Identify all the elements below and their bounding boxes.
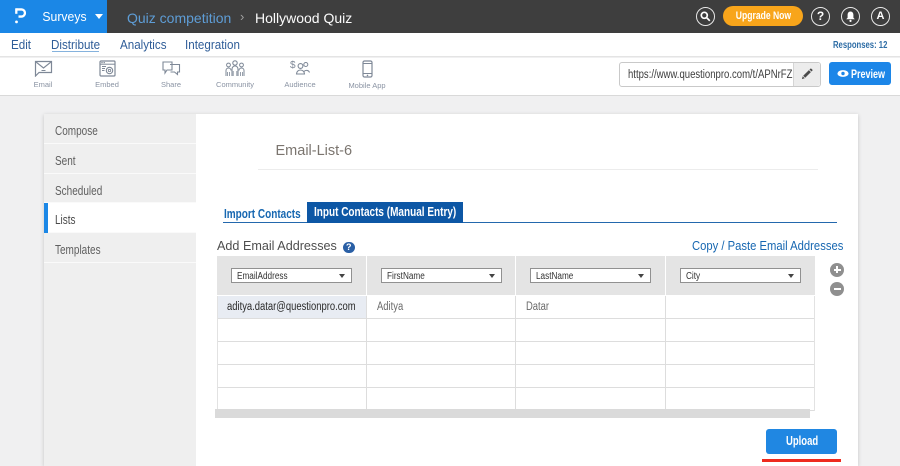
svg-text:$: $ <box>290 60 296 71</box>
